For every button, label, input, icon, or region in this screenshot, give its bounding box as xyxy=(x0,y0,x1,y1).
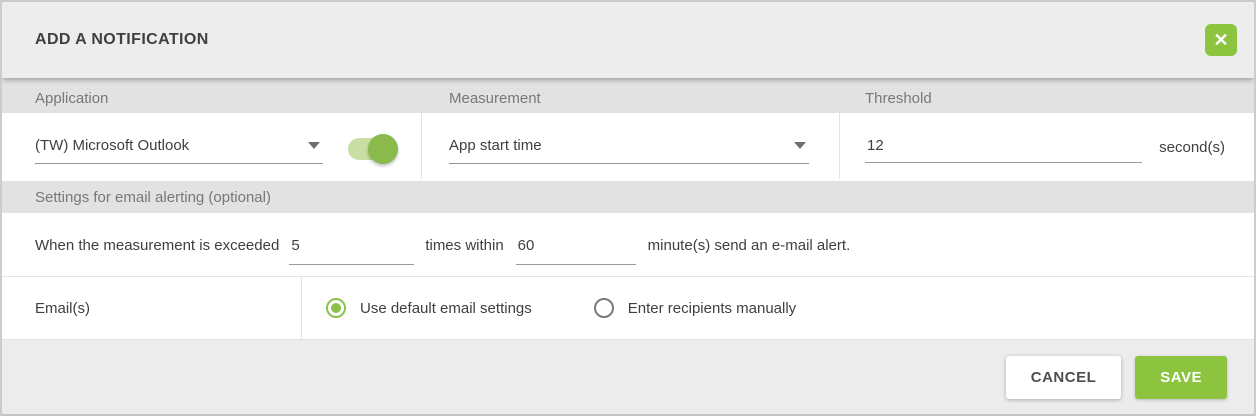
dialog-footer: CANCEL SAVE xyxy=(2,339,1254,414)
condition-text-part3: minute(s) send an e-mail alert. xyxy=(648,237,851,254)
application-enabled-toggle[interactable] xyxy=(348,138,396,160)
measurement-cell: App start time xyxy=(422,113,840,179)
radio-option-default-settings[interactable]: Use default email settings xyxy=(326,298,532,318)
measurement-label: Measurement xyxy=(422,84,840,107)
times-exceeded-input[interactable] xyxy=(289,237,414,265)
toggle-knob xyxy=(368,134,398,164)
radio-option-label: Use default email settings xyxy=(360,300,532,317)
threshold-label: Threshold xyxy=(840,84,1254,107)
email-settings-section-header: Settings for email alerting (optional) xyxy=(2,179,1254,213)
email-settings-section-title: Settings for email alerting (optional) xyxy=(35,189,271,206)
close-icon: ✕ xyxy=(1213,31,1228,49)
chevron-down-icon xyxy=(794,142,806,149)
add-notification-dialog: ADD A NOTIFICATION ✕ Application Measure… xyxy=(0,0,1256,416)
measurement-select-value: App start time xyxy=(449,137,542,154)
radio-button-icon xyxy=(594,298,614,318)
close-button[interactable]: ✕ xyxy=(1205,24,1237,56)
threshold-cell: second(s) xyxy=(840,113,1254,179)
dialog-title: ADD A NOTIFICATION xyxy=(35,31,209,49)
measurement-select[interactable]: App start time xyxy=(449,137,809,164)
email-options: Use default email settings Enter recipie… xyxy=(302,298,1254,318)
application-select-value: (TW) Microsoft Outlook xyxy=(35,137,189,154)
radio-button-icon xyxy=(326,298,346,318)
dialog-header: ADD A NOTIFICATION ✕ xyxy=(2,2,1254,78)
condition-text-part1: When the measurement is exceeded xyxy=(35,237,279,254)
emails-label: Email(s) xyxy=(2,277,302,339)
chevron-down-icon xyxy=(308,142,320,149)
application-label: Application xyxy=(2,84,422,107)
minutes-window-input[interactable] xyxy=(516,237,636,265)
alert-condition-row: When the measurement is exceeded times w… xyxy=(2,213,1254,277)
radio-option-label: Enter recipients manually xyxy=(628,300,796,317)
radio-option-manual-recipients[interactable]: Enter recipients manually xyxy=(594,298,796,318)
column-labels-row: Application Measurement Threshold xyxy=(2,78,1254,113)
application-select[interactable]: (TW) Microsoft Outlook xyxy=(35,137,323,164)
application-cell: (TW) Microsoft Outlook xyxy=(2,113,422,179)
threshold-input[interactable] xyxy=(865,137,1142,163)
inputs-row: (TW) Microsoft Outlook App start time se… xyxy=(2,113,1254,179)
save-button[interactable]: SAVE xyxy=(1135,356,1227,399)
emails-row: Email(s) Use default email settings Ente… xyxy=(2,277,1254,339)
cancel-button[interactable]: CANCEL xyxy=(1006,356,1122,399)
threshold-unit: second(s) xyxy=(1159,137,1225,156)
condition-text-part2: times within xyxy=(425,237,503,254)
